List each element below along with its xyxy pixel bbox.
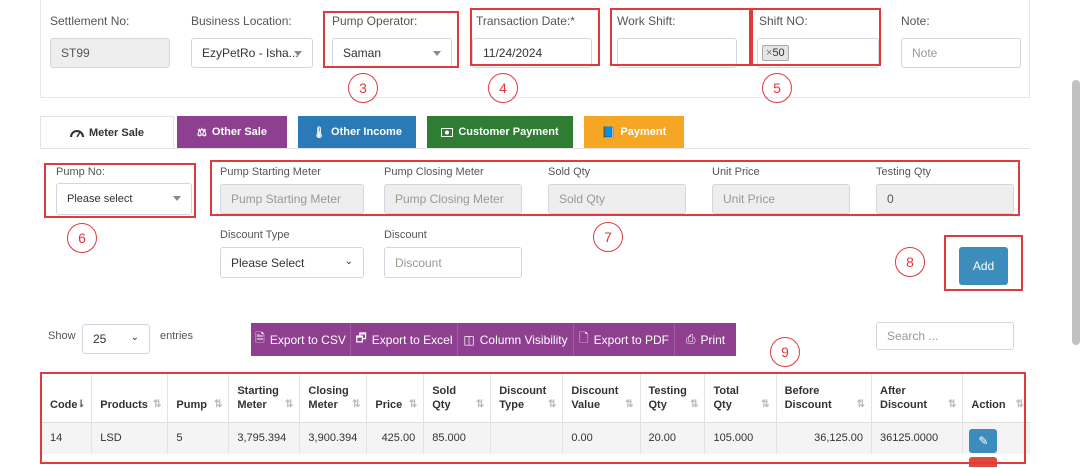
- file-icon: 🗎: [255, 331, 265, 345]
- excel-icon: 🗗: [355, 331, 367, 345]
- annotation-box-6: [44, 163, 196, 218]
- print-button[interactable]: ⎙ Print: [675, 323, 736, 356]
- business-location-label: Business Location:: [191, 14, 292, 28]
- annotation-box-8: [944, 235, 1023, 291]
- tab-other-sale[interactable]: ⚖ Other Sale: [177, 116, 287, 148]
- entries-select[interactable]: 25 ⌄: [82, 324, 150, 354]
- annotation-circle-6: 6: [67, 223, 97, 253]
- settlement-no-field: ST99: [50, 38, 170, 68]
- annotation-box-9: [40, 372, 1026, 464]
- columns-icon: ◫: [463, 332, 475, 347]
- tab-other-income[interactable]: 🌡 Other Income: [298, 116, 416, 148]
- tachometer-icon: [69, 129, 84, 137]
- annotation-circle-8: 8: [895, 247, 925, 277]
- discount-type-select[interactable]: Please Select ⌄: [220, 247, 364, 278]
- annotation-box-work-shift: [610, 8, 751, 66]
- annotation-box-5: [751, 8, 881, 66]
- note-input[interactable]: Note: [901, 38, 1021, 68]
- balance-scale-icon: ⚖: [197, 126, 207, 139]
- page-scrollbar-thumb[interactable]: [1072, 80, 1080, 345]
- annotation-box-7: [210, 160, 1020, 216]
- discount-label: Discount: [384, 229, 427, 241]
- export-excel-button[interactable]: 🗗 Export to Excel: [351, 323, 458, 356]
- export-pdf-button[interactable]: 🗋 Export to PDF: [574, 323, 675, 356]
- annotation-circle-4: 4: [488, 73, 518, 103]
- chevron-down-icon: ⌄: [344, 256, 353, 267]
- show-label: Show: [48, 330, 76, 342]
- export-csv-button[interactable]: 🗎 Export to CSV: [251, 323, 351, 356]
- discount-type-label: Discount Type: [220, 229, 290, 241]
- pdf-icon: 🗋: [578, 331, 589, 345]
- column-visibility-button[interactable]: ◫ Column Visibility: [458, 323, 574, 356]
- search-input[interactable]: Search ...: [876, 322, 1014, 350]
- settlement-no-label: Settlement No:: [50, 14, 130, 28]
- annotation-circle-9: 9: [770, 337, 800, 367]
- annotation-box-4: [470, 8, 600, 66]
- note-label: Note:: [901, 14, 930, 28]
- tab-meter-sale[interactable]: Meter Sale: [40, 116, 174, 148]
- tab-payment[interactable]: 📘 Payment: [584, 116, 684, 148]
- business-location-select[interactable]: EzyPetRo - Isha...: [191, 38, 313, 68]
- chevron-down-icon: ⌄: [130, 332, 139, 343]
- annotation-circle-5: 5: [762, 73, 792, 103]
- annotation-box-3: [323, 11, 459, 68]
- annotation-circle-7: 7: [593, 222, 623, 252]
- money-icon: [441, 127, 454, 137]
- chevron-down-icon: [294, 51, 302, 56]
- thermometer-icon: 🌡: [312, 126, 327, 139]
- print-icon: ⎙: [685, 332, 696, 346]
- book-icon: 📘: [601, 126, 616, 139]
- annotation-circle-3: 3: [348, 73, 378, 103]
- discount-input[interactable]: Discount: [384, 247, 522, 278]
- tab-divider: [40, 148, 1030, 149]
- entries-label: entries: [160, 330, 194, 342]
- tab-customer-payment[interactable]: Customer Payment: [427, 116, 573, 148]
